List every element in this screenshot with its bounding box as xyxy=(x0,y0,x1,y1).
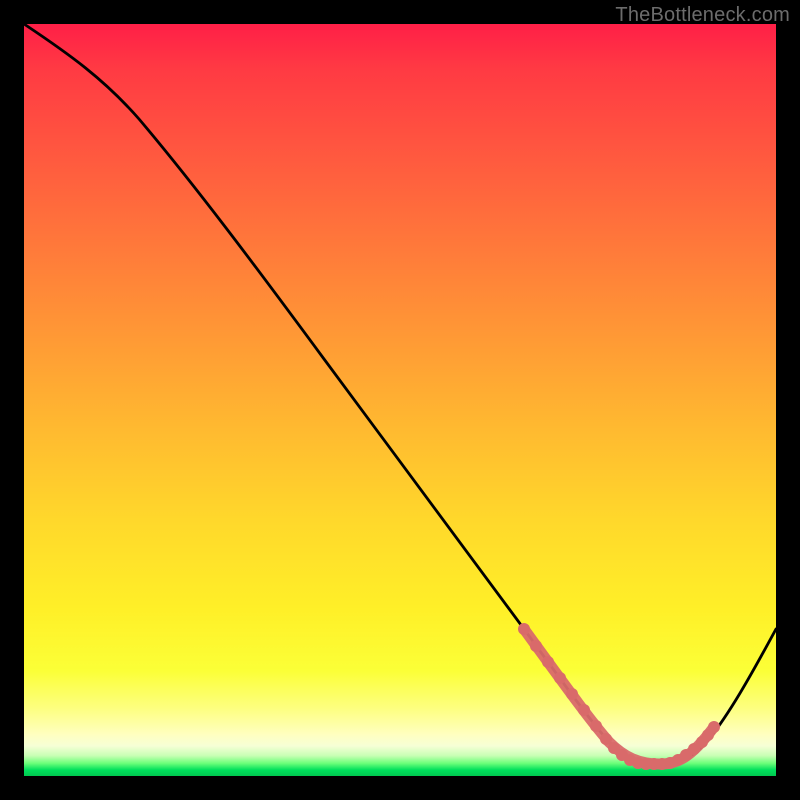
optimal-zone-band xyxy=(524,629,714,764)
bottleneck-curve-line xyxy=(24,24,776,764)
bottleneck-curve-svg xyxy=(24,24,776,776)
watermark-text: TheBottleneck.com xyxy=(615,4,790,27)
plot-area xyxy=(24,24,776,776)
chart-frame: TheBottleneck.com xyxy=(0,0,800,800)
